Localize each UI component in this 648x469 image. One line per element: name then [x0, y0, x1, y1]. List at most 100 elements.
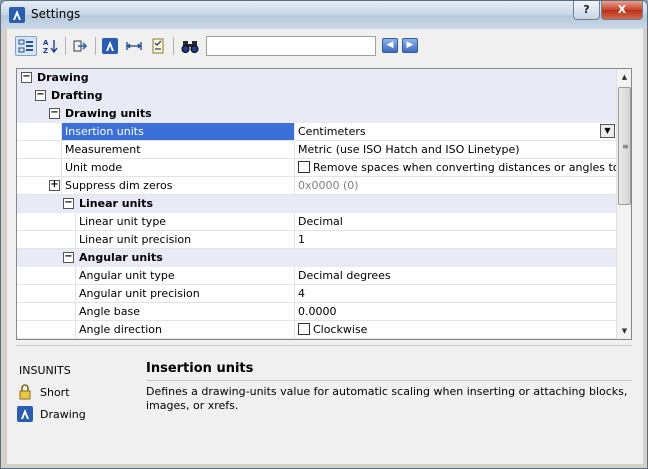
- category-label: Drawing units: [65, 107, 152, 120]
- checklist-icon: [152, 38, 164, 54]
- collapse-toggle-icon[interactable]: −: [49, 108, 60, 119]
- dimension-icon: [126, 42, 142, 50]
- description-title: Insertion units: [146, 361, 254, 376]
- find-button[interactable]: [179, 36, 201, 56]
- property-value-text: Decimal degrees: [298, 269, 391, 282]
- category-row[interactable]: − Angular units: [17, 249, 616, 267]
- dropdown-arrow-icon[interactable]: ▼: [600, 124, 615, 138]
- property-name[interactable]: Linear unit type: [75, 213, 294, 230]
- category-row[interactable]: − Linear units: [17, 195, 616, 213]
- window-title: Settings: [31, 7, 81, 21]
- property-name[interactable]: Unit mode: [61, 159, 294, 176]
- variable-type-label: Short: [40, 385, 70, 399]
- title-bar[interactable]: Settings ? X: [1, 1, 647, 29]
- property-row[interactable]: + Suppress dim zeros 0x0000 (0): [17, 177, 616, 195]
- property-value-text: 1: [298, 233, 305, 246]
- property-name[interactable]: Linear unit precision: [75, 231, 294, 248]
- property-value-text: Remove spaces when converting distances …: [313, 161, 616, 174]
- toolbar-separator: [65, 37, 66, 55]
- dimension-button[interactable]: [123, 36, 145, 56]
- find-next-button[interactable]: ▶: [402, 38, 418, 53]
- scroll-up-arrow[interactable]: ▲: [617, 69, 631, 85]
- categorized-view-button[interactable]: [15, 36, 37, 56]
- property-value[interactable]: Decimal: [294, 213, 616, 230]
- property-value[interactable]: Decimal degrees: [294, 267, 616, 284]
- description-text: Defines a drawing-units value for automa…: [146, 385, 628, 412]
- property-name[interactable]: Angle base: [75, 303, 294, 320]
- collapse-toggle-icon[interactable]: −: [21, 72, 32, 83]
- category-label: Drafting: [51, 89, 103, 102]
- variable-scope-label: Drawing: [40, 407, 86, 421]
- property-row[interactable]: Angular unit precision 4: [17, 285, 616, 303]
- variable-type: Short: [17, 383, 70, 401]
- dialog-client-area: A Z ◀ ▶ − Drawing − Drafting − Drawing u…: [7, 29, 643, 464]
- property-value-text: Decimal: [298, 215, 343, 228]
- category-label: Linear units: [79, 197, 153, 210]
- category-row[interactable]: − Drawing units: [17, 105, 616, 123]
- property-row[interactable]: Unit mode Remove spaces when converting d…: [17, 159, 616, 177]
- property-name[interactable]: Suppress dim zeros: [61, 177, 294, 194]
- property-value[interactable]: 0x0000 (0): [294, 177, 616, 194]
- expand-toggle-icon[interactable]: +: [49, 180, 60, 191]
- svg-text:A: A: [43, 39, 49, 47]
- collapse-toggle-icon[interactable]: −: [63, 198, 74, 209]
- property-row[interactable]: Angle base 0.0000: [17, 303, 616, 321]
- scroll-down-arrow[interactable]: ▼: [617, 323, 631, 339]
- property-value[interactable]: 1: [294, 231, 616, 248]
- export-icon: [73, 40, 88, 52]
- panel-splitter[interactable]: [16, 345, 632, 347]
- property-name[interactable]: Angle direction: [75, 321, 294, 338]
- property-value-text: 0x0000 (0): [298, 179, 359, 192]
- checklist-button[interactable]: [147, 36, 169, 56]
- category-label: Drawing: [37, 71, 89, 84]
- export-button[interactable]: [69, 36, 91, 56]
- padlock-icon: [19, 384, 31, 400]
- property-value-text: Centimeters: [298, 125, 366, 138]
- checkbox[interactable]: [298, 323, 310, 335]
- category-row[interactable]: − Drafting: [17, 87, 616, 105]
- find-previous-button[interactable]: ◀: [382, 38, 398, 53]
- property-value-text: Metric (use ISO Hatch and ISO Linetype): [298, 143, 520, 156]
- property-value[interactable]: 0.0000: [294, 303, 616, 320]
- property-value[interactable]: Clockwise: [294, 321, 616, 338]
- toolbar: A Z ◀ ▶: [13, 34, 433, 58]
- description-divider: [146, 380, 632, 381]
- property-value[interactable]: Centimeters ▼: [294, 123, 616, 140]
- help-button[interactable]: ?: [573, 1, 600, 20]
- checkbox[interactable]: [298, 161, 310, 173]
- property-row[interactable]: Linear unit precision 1: [17, 231, 616, 249]
- property-value[interactable]: 4: [294, 285, 616, 302]
- property-row[interactable]: Insertion units Centimeters ▼: [17, 123, 616, 141]
- category-row[interactable]: − Drawing: [17, 69, 616, 87]
- app-logo-icon: [9, 7, 25, 23]
- property-name[interactable]: Angular unit type: [75, 267, 294, 284]
- drawing-settings-icon: [102, 38, 118, 54]
- alphabetical-sort-button[interactable]: A Z: [39, 36, 61, 56]
- close-button[interactable]: X: [601, 1, 643, 20]
- binoculars-icon: [181, 41, 199, 53]
- search-input[interactable]: [206, 36, 376, 56]
- collapse-toggle-icon[interactable]: −: [63, 252, 74, 263]
- property-value-text: 4: [298, 287, 305, 300]
- vertical-scrollbar[interactable]: ▲ ≡ ▼: [616, 69, 631, 339]
- scroll-thumb[interactable]: ≡: [618, 87, 631, 205]
- property-row[interactable]: Angular unit type Decimal degrees: [17, 267, 616, 285]
- property-name[interactable]: Angular unit precision: [75, 285, 294, 302]
- property-value[interactable]: Remove spaces when converting distances …: [294, 159, 616, 176]
- categorized-view-icon: [18, 39, 33, 53]
- property-row[interactable]: Angle direction Clockwise: [17, 321, 616, 339]
- property-row[interactable]: Measurement Metric (use ISO Hatch and ISO…: [17, 141, 616, 159]
- toolbar-separator: [95, 37, 96, 55]
- scroll-grip-icon: ≡: [622, 142, 629, 151]
- property-name[interactable]: Measurement: [61, 141, 294, 158]
- description-panel: INSUNITS Short Drawing Insertion units D…: [7, 349, 643, 459]
- collapse-toggle-icon[interactable]: −: [35, 90, 46, 101]
- category-label: Angular units: [79, 251, 163, 264]
- property-value[interactable]: Metric (use ISO Hatch and ISO Linetype): [294, 141, 616, 158]
- property-name[interactable]: Insertion units: [61, 123, 294, 140]
- property-value-text: Clockwise: [313, 323, 368, 336]
- property-grid: − Drawing − Drafting − Drawing units Insertion…: [16, 68, 632, 340]
- drawing-icon: [17, 406, 33, 422]
- drawing-settings-button[interactable]: [99, 36, 121, 56]
- property-row[interactable]: Linear unit type Decimal: [17, 213, 616, 231]
